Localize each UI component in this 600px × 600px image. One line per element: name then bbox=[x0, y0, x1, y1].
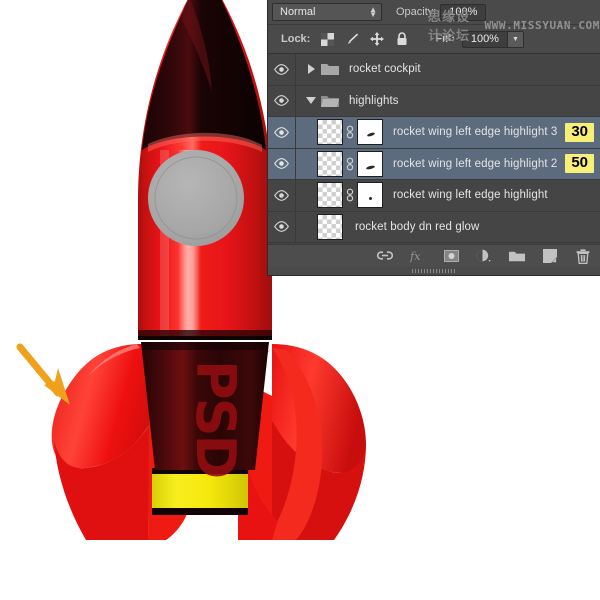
layer-name: rocket wing left edge highlight 3 bbox=[393, 126, 557, 138]
layer-visibility-toggle[interactable] bbox=[268, 117, 295, 148]
group-disclosure-triangle-collapsed-icon[interactable] bbox=[301, 64, 321, 74]
folder-open-icon bbox=[321, 94, 339, 108]
layer-name: rocket cockpit bbox=[349, 63, 421, 75]
layer-mask-thumbnail[interactable] bbox=[357, 119, 383, 145]
folder-icon bbox=[321, 62, 339, 76]
rocket-lower-body: PSD bbox=[141, 342, 269, 477]
new-layer-icon[interactable] bbox=[542, 248, 558, 264]
layer-row-wing-left-edge-highlight[interactable]: rocket wing left edge highlight bbox=[268, 180, 600, 212]
delete-layer-icon[interactable] bbox=[575, 248, 591, 264]
fill-label: Fill: bbox=[435, 33, 455, 45]
layer-row-wing-left-edge-highlight-2[interactable]: rocket wing left edge highlight 2 50 bbox=[268, 149, 600, 181]
new-adjustment-layer-icon[interactable] bbox=[476, 248, 492, 264]
layers-panel-toolbar: fx bbox=[268, 244, 600, 267]
blend-mode-value: Normal bbox=[280, 6, 315, 18]
opacity-input[interactable]: 100% bbox=[440, 4, 486, 21]
layer-name: highlights bbox=[349, 95, 399, 107]
lock-position-icon[interactable] bbox=[370, 32, 384, 46]
layer-visibility-toggle[interactable] bbox=[268, 149, 295, 180]
layer-name: rocket wing left edge highlight 2 bbox=[393, 158, 557, 170]
grip-lines-icon bbox=[412, 269, 456, 273]
layer-mask-thumbnail[interactable] bbox=[357, 151, 383, 177]
layer-name: rocket wing left edge highlight bbox=[393, 189, 548, 201]
lock-image-pixels-icon[interactable] bbox=[345, 32, 359, 46]
layer-row-rocket-cockpit[interactable]: rocket cockpit bbox=[268, 54, 600, 86]
lock-label: Lock: bbox=[281, 33, 310, 45]
layer-thumbnail[interactable] bbox=[317, 214, 343, 240]
layer-mask-thumbnail[interactable] bbox=[357, 182, 383, 208]
blend-mode-row: Normal ▲▼ Opacity: 100% bbox=[268, 0, 600, 25]
group-disclosure-triangle-expanded-icon[interactable] bbox=[301, 97, 321, 104]
fill-dropdown-arrow-icon[interactable]: ▼ bbox=[508, 31, 524, 48]
layer-badge: 50 bbox=[565, 154, 594, 173]
lock-transparent-pixels-icon[interactable] bbox=[320, 32, 334, 46]
lock-all-icon[interactable] bbox=[395, 32, 409, 46]
layer-visibility-toggle[interactable] bbox=[268, 180, 295, 211]
layer-visibility-toggle[interactable] bbox=[268, 212, 295, 243]
add-layer-mask-icon[interactable] bbox=[443, 248, 459, 264]
layer-row-rocket-body-dn-red-glow[interactable]: rocket body dn red glow bbox=[268, 212, 600, 244]
layer-visibility-toggle[interactable] bbox=[268, 86, 295, 117]
arrow-pointing-to-left-fin bbox=[20, 347, 70, 405]
svg-text:PSD: PSD bbox=[184, 360, 247, 477]
layer-row-highlights[interactable]: highlights bbox=[268, 86, 600, 118]
layer-badge: 30 bbox=[565, 123, 594, 142]
layer-style-fx-icon[interactable]: fx bbox=[410, 248, 426, 264]
opacity-label: Opacity: bbox=[396, 6, 436, 18]
layers-panel: Normal ▲▼ Opacity: 100% Lock: bbox=[268, 0, 600, 275]
layer-list[interactable]: rocket cockpit bbox=[268, 54, 600, 246]
link-mask-icon[interactable] bbox=[343, 157, 357, 171]
new-group-icon[interactable] bbox=[509, 248, 525, 264]
link-layers-icon[interactable] bbox=[377, 248, 393, 264]
layer-row-wing-left-edge-highlight-3[interactable]: rocket wing left edge highlight 3 30 bbox=[268, 117, 600, 149]
layer-thumbnail[interactable] bbox=[317, 182, 343, 208]
layer-name: rocket body dn red glow bbox=[355, 221, 479, 233]
panel-resize-grip[interactable] bbox=[268, 267, 600, 275]
link-mask-icon[interactable] bbox=[343, 188, 357, 202]
svg-text:fx: fx bbox=[410, 250, 421, 263]
lock-row: Lock: bbox=[268, 25, 600, 54]
fill-input[interactable]: 100% bbox=[462, 31, 508, 48]
screenshot-root: PSD bbox=[0, 0, 600, 600]
rocket-porthole bbox=[148, 150, 244, 246]
updown-stepper-icon[interactable]: ▲▼ bbox=[369, 7, 377, 17]
link-mask-icon[interactable] bbox=[343, 125, 357, 139]
blend-mode-select[interactable]: Normal ▲▼ bbox=[272, 3, 382, 21]
layer-thumbnail[interactable] bbox=[317, 151, 343, 177]
layer-visibility-toggle[interactable] bbox=[268, 54, 295, 85]
layer-thumbnail[interactable] bbox=[317, 119, 343, 145]
